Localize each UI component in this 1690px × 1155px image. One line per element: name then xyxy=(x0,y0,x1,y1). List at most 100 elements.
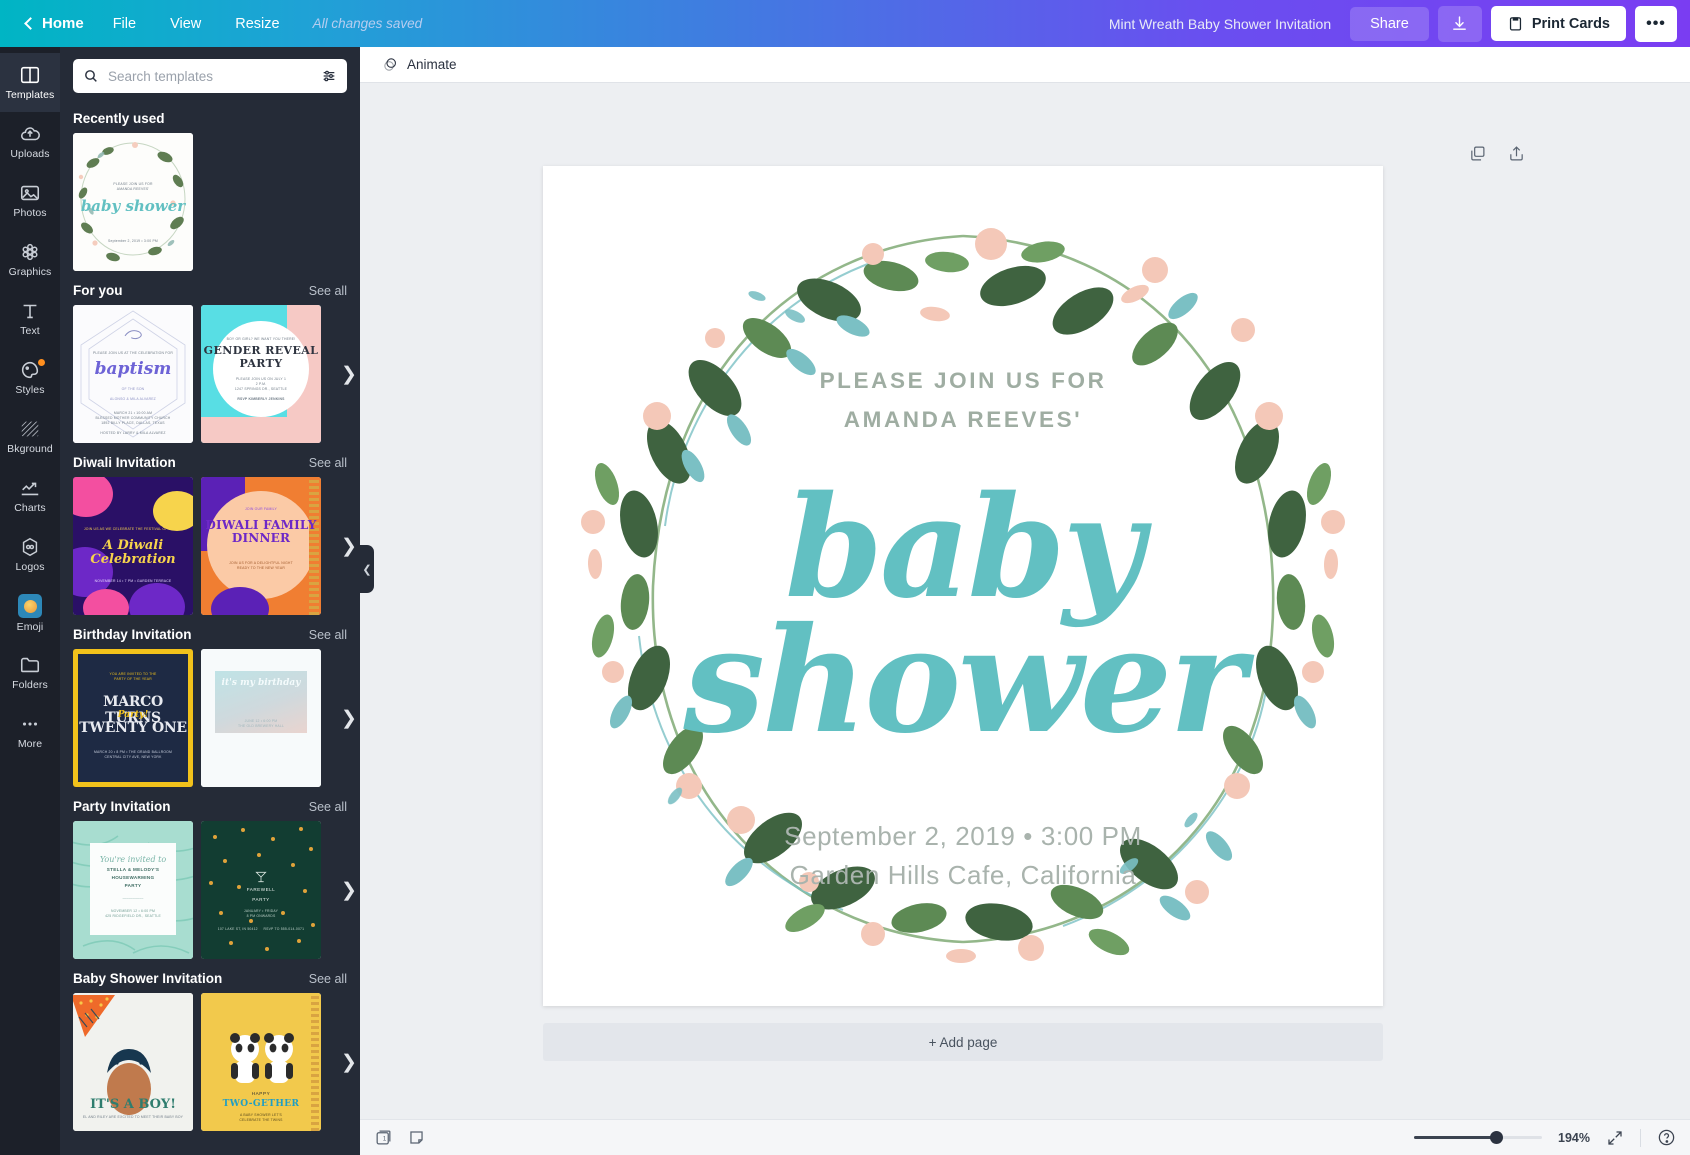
zoom-slider[interactable] xyxy=(1414,1131,1543,1144)
sidebar-item-folders[interactable]: Folders xyxy=(0,643,60,702)
thumb-line-small: PLEASE JOIN US FOR AMANDA REEVES' xyxy=(113,182,153,192)
design-toolbar: Animate xyxy=(360,47,1690,83)
print-cards-button[interactable]: Print Cards xyxy=(1490,6,1626,41)
page-manager-button[interactable]: 1 xyxy=(374,1128,393,1147)
animate-icon xyxy=(384,58,396,71)
section-header-diwali: Diwali Invitation See all xyxy=(60,443,360,477)
upload-cloud-icon xyxy=(20,127,40,141)
scroll-next-baby-shower[interactable]: ❯ xyxy=(338,1042,360,1082)
thumb-line-footer: MARCH 20 • 8 PM • THE GRAND BALLROOM CENT… xyxy=(93,750,173,760)
menu-view[interactable]: View xyxy=(153,8,218,40)
template-card-baptism[interactable]: PLEASE JOIN US AT THE CELEBRATION FOR ba… xyxy=(73,305,193,443)
home-button[interactable]: Home xyxy=(14,8,96,39)
thumb-line-extra: 107 LAKE ST, IN 50412 RSVP TO 555-014-00… xyxy=(217,927,305,931)
sidebar-item-charts[interactable]: Charts xyxy=(0,466,60,525)
share-button[interactable]: Share xyxy=(1350,6,1429,41)
search-input[interactable] xyxy=(108,68,312,84)
download-button[interactable] xyxy=(1437,5,1482,42)
sidebar-item-text[interactable]: Text xyxy=(0,289,60,348)
bottom-right-tools: 194% xyxy=(1414,1128,1676,1147)
template-card-its-a-boy[interactable]: IT'S A BOY! EL AND RILEY ARE EXCITED TO … xyxy=(73,993,193,1131)
thumb-row-party: You're invited to STELLA & MELODY'S HOUS… xyxy=(60,821,360,959)
sidebar-item-logos[interactable]: Logos xyxy=(0,525,60,584)
home-label: Home xyxy=(42,15,84,32)
duplicate-page-button[interactable] xyxy=(1469,145,1486,162)
sidebar-item-templates[interactable]: Templates xyxy=(0,53,60,112)
scroll-next-party[interactable]: ❯ xyxy=(338,870,360,910)
sidebar-item-bkground[interactable]: Bkground xyxy=(0,407,60,466)
section-title: Diwali Invitation xyxy=(73,455,176,470)
section-title: For you xyxy=(73,283,123,298)
template-card-two-gether[interactable]: HAPPY TWO-GETHER A BABY SHOWER LET'S CELE… xyxy=(201,993,321,1131)
dove-icon xyxy=(124,330,142,340)
invitation-heading: PLEASE JOIN US FOR AMANDA REEVES' xyxy=(543,361,1383,440)
more-options-button[interactable]: ••• xyxy=(1635,5,1677,42)
filter-sliders-icon[interactable] xyxy=(321,68,337,84)
section-header-birthday: Birthday Invitation See all xyxy=(60,615,360,649)
zoom-value: 194% xyxy=(1558,1130,1590,1145)
section-title: Recently used xyxy=(73,111,165,126)
template-card-recent-wreath[interactable]: PLEASE JOIN US FOR AMANDA REEVES' baby sh… xyxy=(73,133,193,271)
template-thumb-art: You're invited to STELLA & MELODY'S HOUS… xyxy=(73,821,193,959)
see-all-for-you[interactable]: See all xyxy=(309,284,347,298)
help-button[interactable] xyxy=(1657,1128,1676,1147)
sidebar-item-more[interactable]: More xyxy=(0,702,60,761)
see-all-party[interactable]: See all xyxy=(309,800,347,814)
notes-button[interactable] xyxy=(407,1128,426,1147)
template-thumb-art: HAPPY TWO-GETHER A BABY SHOWER LET'S CELE… xyxy=(201,993,321,1131)
sidebar-label-emoji: Emoji xyxy=(16,621,44,633)
sidebar-item-photos[interactable]: Photos xyxy=(0,171,60,230)
thumb-title-text: DIWALI FAMILY DINNER xyxy=(205,518,317,546)
see-all-baby-shower[interactable]: See all xyxy=(309,972,347,986)
template-card-gender-reveal[interactable]: BOY OR GIRL? WE WANT YOU THERE! GENDER R… xyxy=(201,305,321,443)
design-page-1[interactable]: PLEASE JOIN US FOR AMANDA REEVES' baby s… xyxy=(543,166,1383,1006)
thumb-line-footer: JUNE 12 • 6:00 PM THE OLD BREWERY HALL xyxy=(237,719,285,729)
sidebar-label-templates: Templates xyxy=(5,89,55,101)
thumb-title-text: GENDER REVEAL PARTY xyxy=(203,344,319,370)
collapse-panel-button[interactable]: ❮ xyxy=(360,545,374,593)
sidebar-item-styles[interactable]: Styles xyxy=(0,348,60,407)
scroll-next-for-you[interactable]: ❯ xyxy=(338,354,360,394)
zoom-slider-handle[interactable] xyxy=(1490,1131,1504,1144)
add-page-button[interactable]: + Add page xyxy=(543,1023,1383,1061)
scroll-next-diwali[interactable]: ❯ xyxy=(338,526,360,566)
emoji-face-glyph xyxy=(23,599,37,613)
invitation-script-shower: shower xyxy=(683,596,1245,766)
sidebar-item-graphics[interactable]: Graphics xyxy=(0,230,60,289)
template-card-farewell-party[interactable]: FAREWELL PARTY JANUARY • FRIDAY 8 PM ONWA… xyxy=(201,821,321,959)
panda-pair-icon xyxy=(230,1033,294,1083)
notes-icon xyxy=(410,1131,423,1144)
animate-button[interactable]: Animate xyxy=(374,51,465,78)
section-header-baby-shower: Baby Shower Invitation See all xyxy=(60,959,360,993)
menu-file[interactable]: File xyxy=(96,8,153,40)
sidebar-item-uploads[interactable]: Uploads xyxy=(0,112,60,171)
thumb-line-sub: PLEASE JOIN US ON JULY 12 P.M. 1247 SPRIN… xyxy=(234,377,288,402)
template-card-housewarming[interactable]: You're invited to STELLA & MELODY'S HOUS… xyxy=(73,821,193,959)
svg-text:1: 1 xyxy=(383,1136,387,1143)
photo-icon xyxy=(20,185,40,201)
thumb-script-text: A Diwali Celebration xyxy=(90,538,176,567)
see-all-diwali[interactable]: See all xyxy=(309,456,347,470)
bottom-left-tools: 1 xyxy=(374,1128,426,1147)
fullscreen-button[interactable] xyxy=(1606,1129,1624,1147)
thumb-line-footer: NOVEMBER 14 • 7 PM • GARDEN TERRACE xyxy=(94,579,172,583)
sidebar-item-emoji[interactable]: Emoji xyxy=(0,584,60,643)
thumb-title-line1: FAREWELL xyxy=(246,887,276,892)
template-thumb-art: PLEASE JOIN US FOR AMANDA REEVES' baby sh… xyxy=(73,133,193,271)
invitation-venue: Garden Hills Cafe, California xyxy=(789,860,1137,890)
section-title: Party Invitation xyxy=(73,799,171,814)
template-card-diwali-celebration[interactable]: JOIN US AS WE CELEBRATE THE FESTIVAL OF … xyxy=(73,477,193,615)
template-card-marco-turns[interactable]: YOU ARE INVITED TO THE PARTY OF THE YEAR … xyxy=(73,649,193,787)
thumb-line-footer: JANUARY • FRIDAY 8 PM ONWARDS xyxy=(243,909,279,919)
see-all-birthday[interactable]: See all xyxy=(309,628,347,642)
template-card-its-my-birthday[interactable]: it's my birthday JUNE 12 • 6:00 PM THE OL… xyxy=(201,649,321,787)
template-card-diwali-dinner[interactable]: JOIN OUR FAMILY DIWALI FAMILY DINNER JOI… xyxy=(201,477,321,615)
scroll-next-birthday[interactable]: ❯ xyxy=(338,698,360,738)
search-box[interactable] xyxy=(73,59,347,93)
charts-icon xyxy=(21,482,39,496)
export-page-button[interactable] xyxy=(1508,145,1525,162)
menu-resize[interactable]: Resize xyxy=(218,8,296,40)
toolbar-divider xyxy=(1640,1128,1641,1147)
thumb-line-footer: EL AND RILEY ARE EXCITED TO MEET THEIR B… xyxy=(82,1115,184,1119)
bottom-status-bar: 1 194% xyxy=(360,1119,1690,1155)
